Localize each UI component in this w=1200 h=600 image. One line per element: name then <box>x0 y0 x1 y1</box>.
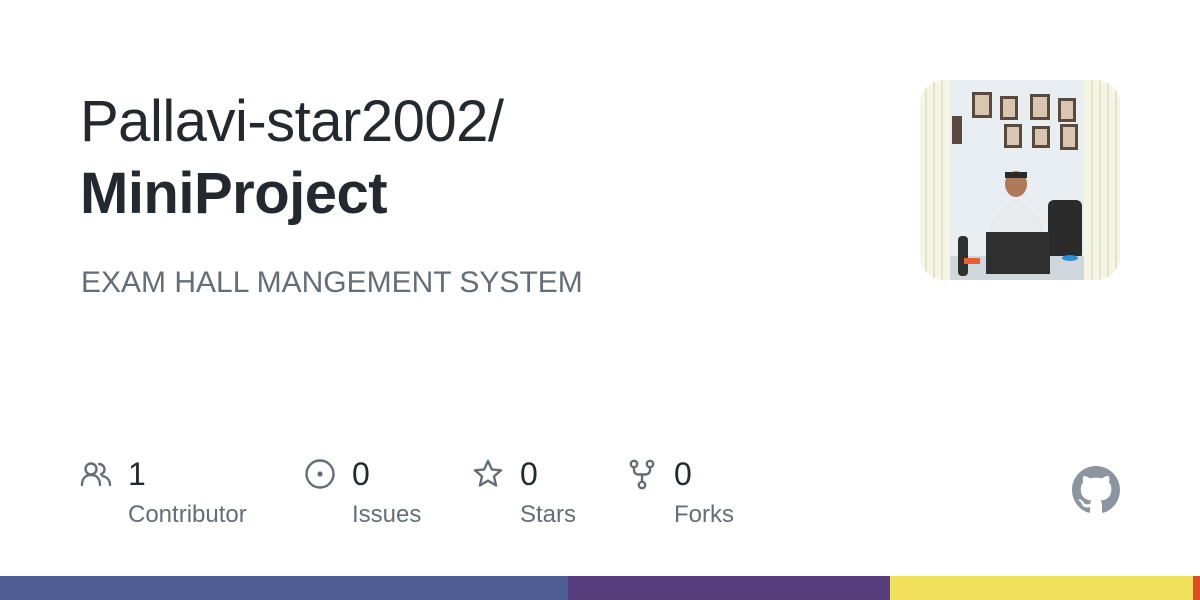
avatar-photo <box>920 80 1120 280</box>
people-icon <box>80 462 112 487</box>
language-bar-segment <box>0 576 568 600</box>
star-icon <box>473 459 503 487</box>
issue-circle-icon <box>305 459 335 489</box>
repo-owner[interactable]: Pallavi-star2002/ <box>80 86 880 158</box>
stat-contributors[interactable]: 1 Contributor <box>80 452 280 542</box>
issues-label: Issues <box>352 501 422 528</box>
stars-count: 0 <box>520 456 538 492</box>
stat-issues[interactable]: 0 Issues <box>304 452 454 542</box>
fork-icon <box>629 459 655 490</box>
github-logo-icon[interactable] <box>1072 466 1120 514</box>
language-bar <box>0 576 1200 600</box>
issues-count: 0 <box>352 456 370 492</box>
repo-social-card: Pallavi-star2002/ MiniProject EXAM HALL … <box>0 0 1200 600</box>
stat-stars[interactable]: 0 Stars <box>472 452 602 542</box>
owner-avatar[interactable] <box>920 80 1120 280</box>
contributors-count: 1 <box>128 456 146 492</box>
language-bar-segment <box>890 576 1193 600</box>
forks-label: Forks <box>674 501 734 528</box>
repo-description: EXAM HALL MANGEMENT SYSTEM <box>81 266 583 299</box>
repo-title: Pallavi-star2002/ MiniProject <box>80 86 880 230</box>
language-bar-segment <box>1192 576 1200 600</box>
forks-count: 0 <box>674 456 692 492</box>
contributors-label: Contributor <box>128 501 247 528</box>
stars-label: Stars <box>520 501 577 528</box>
repo-name[interactable]: MiniProject <box>80 158 880 230</box>
language-bar-segment <box>567 576 891 600</box>
stat-forks[interactable]: 0 Forks <box>626 452 766 542</box>
